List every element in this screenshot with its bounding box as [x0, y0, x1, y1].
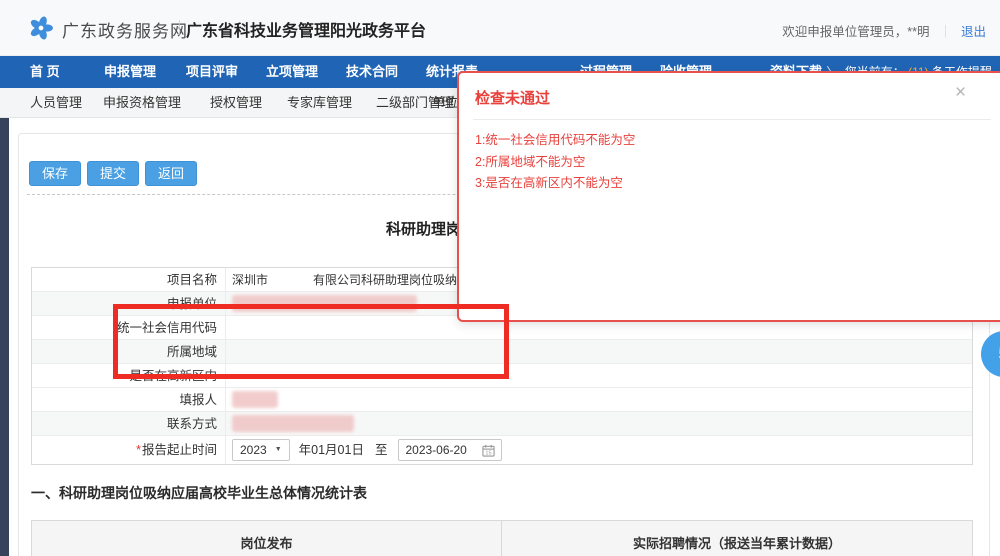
site-name: 广东政务服务网: [62, 17, 188, 42]
svg-text:15: 15: [486, 450, 492, 456]
close-icon[interactable]: ×: [955, 83, 966, 102]
start-year-value: 2023: [240, 438, 267, 462]
error-item-region: 2:所属地域不能为空: [475, 152, 635, 174]
tab-project-approval[interactable]: 立项管理: [266, 56, 318, 88]
app-screen: 广东政务服务网 ｜ 广东省科技业务管理阳光政务平台 欢迎申报单位管理员，**明 …: [0, 0, 1000, 556]
submit-button[interactable]: 提交: [87, 161, 139, 186]
form-row-region: 所属地域: [32, 340, 972, 364]
platform-title: 广东省科技业务管理阳光政务平台: [186, 17, 426, 41]
subnav-unit[interactable]: 单位: [432, 88, 458, 118]
field-value: [226, 388, 972, 411]
tab-home[interactable]: 首 页: [30, 56, 60, 88]
field-label-text: 报告起止时间: [142, 443, 217, 457]
start-year-select[interactable]: 2023 ▼: [232, 439, 290, 461]
error-item-hightech-zone: 3:是否在高新区内不能为空: [475, 173, 635, 195]
form-row-filler: 填报人: [32, 388, 972, 412]
redaction-blur: [232, 295, 417, 312]
col-header-position-release: 岗位发布: [32, 521, 502, 556]
subnav-expert-db-mgmt[interactable]: 专家库管理: [287, 88, 352, 118]
welcome-area: 欢迎申报单位管理员，**明 ｜ 退出: [782, 21, 986, 40]
field-label: 项目名称: [32, 268, 226, 291]
section-heading: 一、科研助理岗位吸纳应届高校毕业生总体情况统计表: [31, 483, 367, 503]
header-divider: ｜: [172, 17, 187, 38]
required-star: *: [136, 443, 141, 457]
field-label: 申报单位: [32, 292, 226, 315]
welcome-separator: ｜: [939, 25, 952, 39]
subnav-personnel-mgmt[interactable]: 人员管理: [30, 88, 82, 118]
page-title: 科研助理岗: [386, 218, 461, 239]
field-value: 2023 ▼ 年01月01日 至 2023-06-20 15: [226, 436, 972, 464]
form-row-report-period: *报告起止时间 2023 ▼ 年01月01日 至 2023-06-20: [32, 436, 972, 464]
error-item-credit-code: 1:统一社会信用代码不能为空: [475, 130, 635, 152]
save-button[interactable]: 保存: [29, 161, 81, 186]
stats-table-header: 岗位发布 实际招聘情况（报送当年累计数据）: [31, 520, 973, 556]
back-button[interactable]: 返回: [145, 161, 197, 186]
tab-tech-contract[interactable]: 技术合同: [346, 56, 398, 88]
popup-error-list: 1:统一社会信用代码不能为空 2:所属地域不能为空 3:是否在高新区内不能为空: [475, 130, 635, 195]
gdzwfw-flower-logo-icon: [28, 15, 54, 41]
subnav-declare-qualification-mgmt[interactable]: 申报资格管理: [103, 88, 181, 118]
check-failed-popup: 检查未通过 × 1:统一社会信用代码不能为空 2:所属地域不能为空 3:是否在高…: [457, 71, 1000, 322]
welcome-text: 欢迎申报单位管理员，**明: [782, 25, 929, 39]
field-label: 填报人: [32, 388, 226, 411]
end-date-input[interactable]: 2023-06-20 15: [398, 439, 502, 461]
chevron-down-icon: ▼: [275, 438, 282, 462]
field-label: 是否在高新区内: [32, 364, 226, 387]
site-header: 广东政务服务网 ｜ 广东省科技业务管理阳光政务平台 欢迎申报单位管理员，**明 …: [0, 0, 1000, 56]
calendar-icon[interactable]: 15: [482, 444, 495, 457]
redaction-blank: [268, 273, 313, 287]
field-value-empty: [226, 340, 972, 363]
redaction-blur: [232, 391, 278, 408]
redaction-blur: [232, 415, 354, 432]
field-value: [226, 412, 972, 435]
popup-divider: [473, 119, 991, 120]
left-edge-strip: [0, 56, 9, 556]
logout-link[interactable]: 退出: [961, 25, 986, 39]
field-value-empty: [226, 364, 972, 387]
tab-project-review[interactable]: 项目评审: [186, 56, 238, 88]
end-date-value: 2023-06-20: [405, 438, 466, 462]
field-label: 联系方式: [32, 412, 226, 435]
tab-declaration-mgmt[interactable]: 申报管理: [104, 56, 156, 88]
field-label: 统一社会信用代码: [32, 316, 226, 339]
form-row-contact: 联系方式: [32, 412, 972, 436]
field-label: *报告起止时间: [32, 436, 226, 464]
subnav-authorization-mgmt[interactable]: 授权管理: [210, 88, 262, 118]
to-label: 至: [375, 438, 388, 462]
col-header-actual-recruitment: 实际招聘情况（报送当年累计数据）: [502, 521, 972, 556]
popup-title: 检查未通过: [475, 87, 550, 108]
field-label: 所属地域: [32, 340, 226, 363]
project-name-prefix: 深圳市: [232, 268, 268, 291]
form-row-hightech-zone: 是否在高新区内: [32, 364, 972, 388]
start-date-text: 年01月01日: [299, 438, 364, 462]
